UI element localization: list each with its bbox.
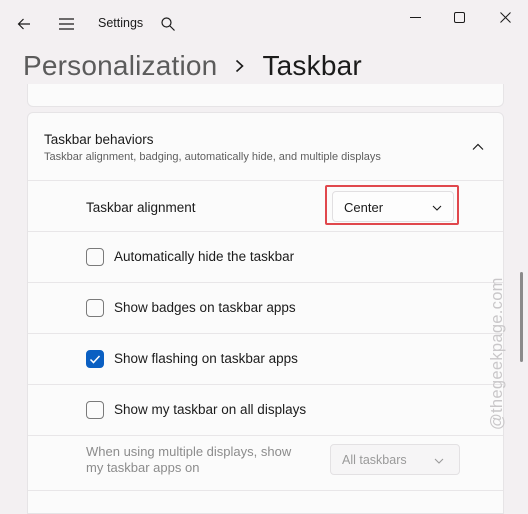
chevron-down-icon <box>434 458 444 464</box>
taskbar-alignment-row: Taskbar alignment Center <box>28 181 503 232</box>
flashing-row[interactable]: Show flashing on taskbar apps <box>28 334 503 385</box>
chevron-right-icon <box>235 59 245 73</box>
multi-display-dropdown[interactable]: All taskbars <box>330 444 460 475</box>
multi-display-label: When using multiple displays, show my ta… <box>86 444 326 476</box>
multi-display-label-line2: my taskbar apps on <box>86 460 200 475</box>
checkmark-icon <box>89 355 101 364</box>
badges-label: Show badges on taskbar apps <box>114 300 296 315</box>
navigation-menu-button[interactable] <box>52 10 80 38</box>
back-arrow-icon <box>17 18 30 30</box>
section-title: Taskbar behaviors <box>44 132 154 147</box>
app-title: Settings <box>98 16 144 30</box>
auto-hide-checkbox[interactable] <box>86 248 104 266</box>
multi-display-label-line1: When using multiple displays, show <box>86 444 292 459</box>
search-icon <box>161 17 175 31</box>
close-button[interactable] <box>482 2 528 32</box>
flashing-label: Show flashing on taskbar apps <box>114 351 298 366</box>
multi-display-row: When using multiple displays, show my ta… <box>28 436 503 491</box>
breadcrumb-personalization[interactable]: Personalization <box>23 50 217 82</box>
hamburger-menu-icon <box>58 18 74 30</box>
highlight-annotation <box>325 185 459 225</box>
badges-row[interactable]: Show badges on taskbar apps <box>28 283 503 334</box>
close-icon <box>499 11 511 23</box>
badges-checkbox[interactable] <box>86 299 104 317</box>
dropdown-value: All taskbars <box>342 453 407 467</box>
minimize-button[interactable] <box>392 2 438 32</box>
vertical-scrollbar[interactable] <box>520 272 523 362</box>
all-displays-label: Show my taskbar on all displays <box>114 402 307 417</box>
title-bar: Settings <box>0 0 528 48</box>
maximize-button[interactable] <box>436 2 482 32</box>
search-button[interactable] <box>156 10 180 38</box>
all-displays-checkbox[interactable] <box>86 401 104 419</box>
flashing-checkbox[interactable] <box>86 350 104 368</box>
section-header[interactable]: Taskbar behaviors Taskbar alignment, bad… <box>28 113 503 181</box>
maximize-icon <box>453 11 465 23</box>
auto-hide-row[interactable]: Automatically hide the taskbar <box>28 232 503 283</box>
taskbar-alignment-label: Taskbar alignment <box>86 200 196 215</box>
section-subtitle: Taskbar alignment, badging, automaticall… <box>44 151 381 163</box>
page-title: Taskbar <box>262 50 362 81</box>
auto-hide-label: Automatically hide the taskbar <box>114 249 295 264</box>
previous-section-card <box>27 84 504 107</box>
chevron-up-icon[interactable] <box>469 138 487 156</box>
minimize-icon <box>409 16 421 18</box>
taskbar-behaviors-section: Taskbar behaviors Taskbar alignment, bad… <box>27 112 504 514</box>
breadcrumb: Personalization Taskbar <box>23 46 362 86</box>
watermark: @thegeekpage.com <box>488 277 506 430</box>
all-displays-row[interactable]: Show my taskbar on all displays <box>28 385 503 436</box>
back-button[interactable] <box>10 10 38 38</box>
